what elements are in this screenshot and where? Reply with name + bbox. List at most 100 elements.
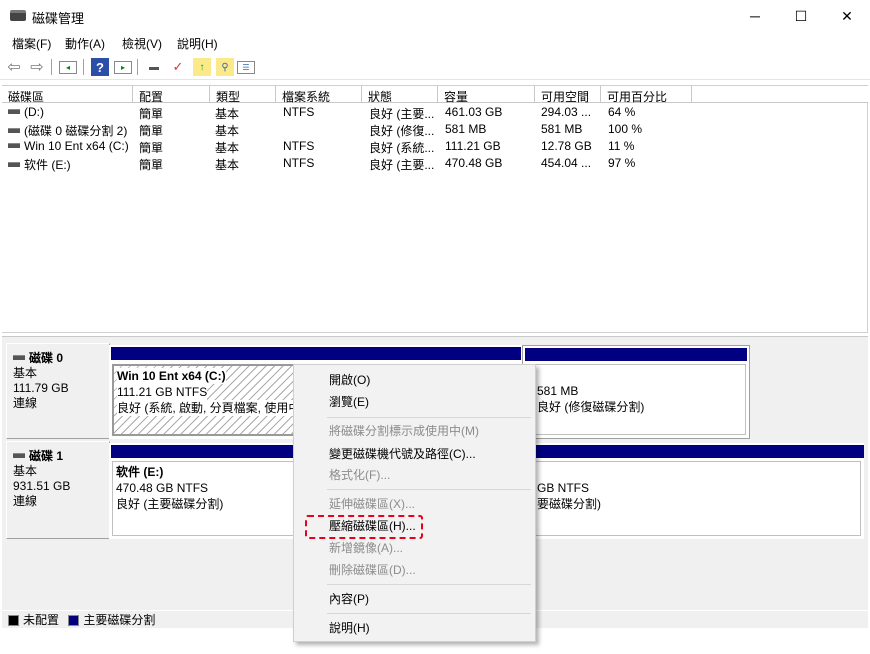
- minimize-button[interactable]: ─: [732, 0, 778, 32]
- volume-icon: [8, 128, 20, 134]
- back-icon[interactable]: ⇦: [5, 58, 23, 76]
- column-header-status[interactable]: 狀態: [362, 86, 438, 104]
- volume-icon: [8, 143, 20, 149]
- properties-list-icon[interactable]: ☰: [237, 61, 255, 74]
- cell-text: 12.78 GB: [541, 139, 592, 153]
- cell-text: 簡單: [139, 141, 164, 155]
- highlight-annotation: [305, 515, 423, 539]
- context-menu-item: 刪除磁碟區(D)...: [329, 563, 416, 577]
- column-header-filesystem[interactable]: 檔案系統: [276, 86, 362, 104]
- partition-size: GB NTFS: [537, 481, 590, 495]
- cell-text: 簡單: [139, 107, 164, 121]
- cell-text: 97 %: [608, 156, 636, 170]
- cell-text: NTFS: [283, 139, 315, 153]
- help-icon[interactable]: ?: [91, 58, 109, 76]
- table-cell: 581 MB: [445, 122, 486, 136]
- table-cell: 581 MB: [541, 122, 582, 136]
- volume-icon: [8, 162, 20, 168]
- folder-search-icon[interactable]: ⚲: [216, 58, 234, 76]
- cell-text: 64 %: [608, 105, 636, 119]
- table-cell: 簡單: [139, 156, 163, 173]
- cell-text: 簡單: [139, 158, 164, 172]
- table-row[interactable]: Win 10 Ent x64 (C:) 簡單 基本 NTFS 良好 (系統... 111.…: [2, 137, 702, 155]
- cell-text: 581 MB: [445, 122, 487, 136]
- partition-bar: [527, 445, 864, 458]
- disk-1-label[interactable]: 磁碟 1 基本 931.51 GB 連線: [6, 441, 110, 539]
- close-button[interactable]: ✕: [824, 0, 870, 32]
- table-row[interactable]: (D:) 簡單 基本 NTFS 良好 (主要... 461.03 GB 294.03 ...…: [2, 103, 702, 121]
- cell-text: 470.48 GB: [445, 156, 503, 170]
- menu-separator: [327, 613, 531, 614]
- table-cell: 100 %: [608, 122, 642, 136]
- cell-text: 基本: [215, 158, 240, 172]
- forward-icon[interactable]: ⇨: [28, 58, 46, 76]
- menu-separator: [327, 489, 531, 490]
- disk-type: 基本: [13, 464, 38, 478]
- toolbar-separator: [83, 59, 84, 75]
- context-menu-item: 新增鏡像(A)...: [329, 541, 403, 555]
- cell-text: NTFS: [283, 156, 315, 170]
- table-cell: 64 %: [608, 105, 635, 119]
- table-cell: 基本: [215, 156, 239, 173]
- column-header-free-space[interactable]: 可用空間: [535, 86, 601, 104]
- column-header-layout[interactable]: 配置: [133, 86, 210, 104]
- cell-text: 581 MB: [541, 122, 583, 136]
- partition-recovery[interactable]: 581 MB 良好 (修復磁碟分割): [522, 345, 750, 439]
- folder-up-icon[interactable]: ↑: [193, 58, 211, 76]
- table-cell: NTFS: [283, 105, 314, 119]
- partition-d[interactable]: GB NTFS 要磁碟分割): [527, 443, 864, 539]
- console-tree-icon[interactable]: ◂: [59, 61, 77, 74]
- table-cell: 461.03 GB: [445, 105, 502, 119]
- disk-name: 磁碟 1: [29, 449, 64, 463]
- context-menu-item[interactable]: 說明(H): [329, 617, 370, 639]
- partition-bar: [525, 348, 747, 361]
- cell-text: 100 %: [608, 122, 643, 136]
- cell-text: 454.04 ...: [541, 156, 592, 170]
- menu-help[interactable]: 說明(H): [177, 35, 218, 52]
- maximize-button[interactable]: ☐: [778, 0, 824, 32]
- volume-icon: [8, 109, 20, 115]
- partition-status: 良好 (修復磁碟分割): [537, 400, 645, 414]
- cell-text: 簡單: [139, 124, 164, 138]
- cell-text: (D:): [24, 105, 44, 119]
- context-menu-item[interactable]: 瀏覽(E): [329, 391, 369, 413]
- context-menu-item: 延伸磁碟區(X)...: [329, 497, 415, 511]
- disk-type: 基本: [13, 366, 38, 380]
- cell-text: 基本: [215, 124, 240, 138]
- column-header-capacity[interactable]: 容量: [438, 86, 535, 104]
- partition-size: 111.21 GB NTFS: [117, 384, 208, 400]
- cell-text: 良好 (修復...: [369, 124, 435, 138]
- disk-icon: [13, 355, 25, 361]
- partition-bar: [111, 347, 521, 360]
- disk-0-label[interactable]: 磁碟 0 基本 111.79 GB 連線: [6, 343, 110, 439]
- menu-action[interactable]: 動作(A): [65, 35, 105, 52]
- menu-view[interactable]: 檢視(V): [122, 35, 162, 52]
- menu-file[interactable]: 檔案(F): [12, 35, 51, 52]
- cell-text: (磁碟 0 磁碟分割 2): [24, 124, 128, 138]
- menu-separator: [327, 417, 531, 418]
- window-title: 磁碟管理: [32, 11, 85, 26]
- column-header-volume[interactable]: 磁碟區: [2, 86, 133, 104]
- column-header-type[interactable]: 類型: [210, 86, 276, 104]
- context-menu-item[interactable]: 變更磁碟機代號及路徑(C)...: [329, 443, 476, 465]
- connect-disk-icon[interactable]: ▬: [145, 58, 163, 76]
- table-cell: 12.78 GB: [541, 139, 592, 153]
- check-icon[interactable]: ✓: [169, 58, 187, 76]
- cell-text: 软件 (E:): [24, 158, 71, 172]
- partition-status: 良好 (系統, 啟動, 分頁檔案, 使用中: [117, 400, 301, 416]
- table-row[interactable]: 软件 (E:) 簡單 基本 NTFS 良好 (主要... 470.48 GB 454.04 …: [2, 154, 702, 173]
- table-row[interactable]: (磁碟 0 磁碟分割 2) 簡單 基本 良好 (修復... 581 MB 581 MB 10…: [2, 120, 702, 138]
- table-cell: 良好 (主要...: [369, 156, 434, 173]
- cell-text: 11 %: [608, 139, 635, 153]
- context-menu-item[interactable]: 開啟(O): [329, 369, 370, 391]
- cell-text: 基本: [215, 107, 240, 121]
- cell-text: 111.21 GB: [445, 139, 501, 153]
- context-menu-item[interactable]: 內容(P): [329, 588, 369, 610]
- table-cell: 470.48 GB: [445, 156, 502, 170]
- legend-label: 主要磁碟分割: [83, 613, 156, 627]
- column-header-percent-free[interactable]: 可用百分比: [601, 86, 692, 104]
- action-pane-icon[interactable]: ▸: [114, 61, 132, 74]
- cell-text: NTFS: [283, 105, 315, 119]
- cell-text: 294.03 ...: [541, 105, 592, 119]
- table-cell: 111.21 GB: [445, 139, 501, 153]
